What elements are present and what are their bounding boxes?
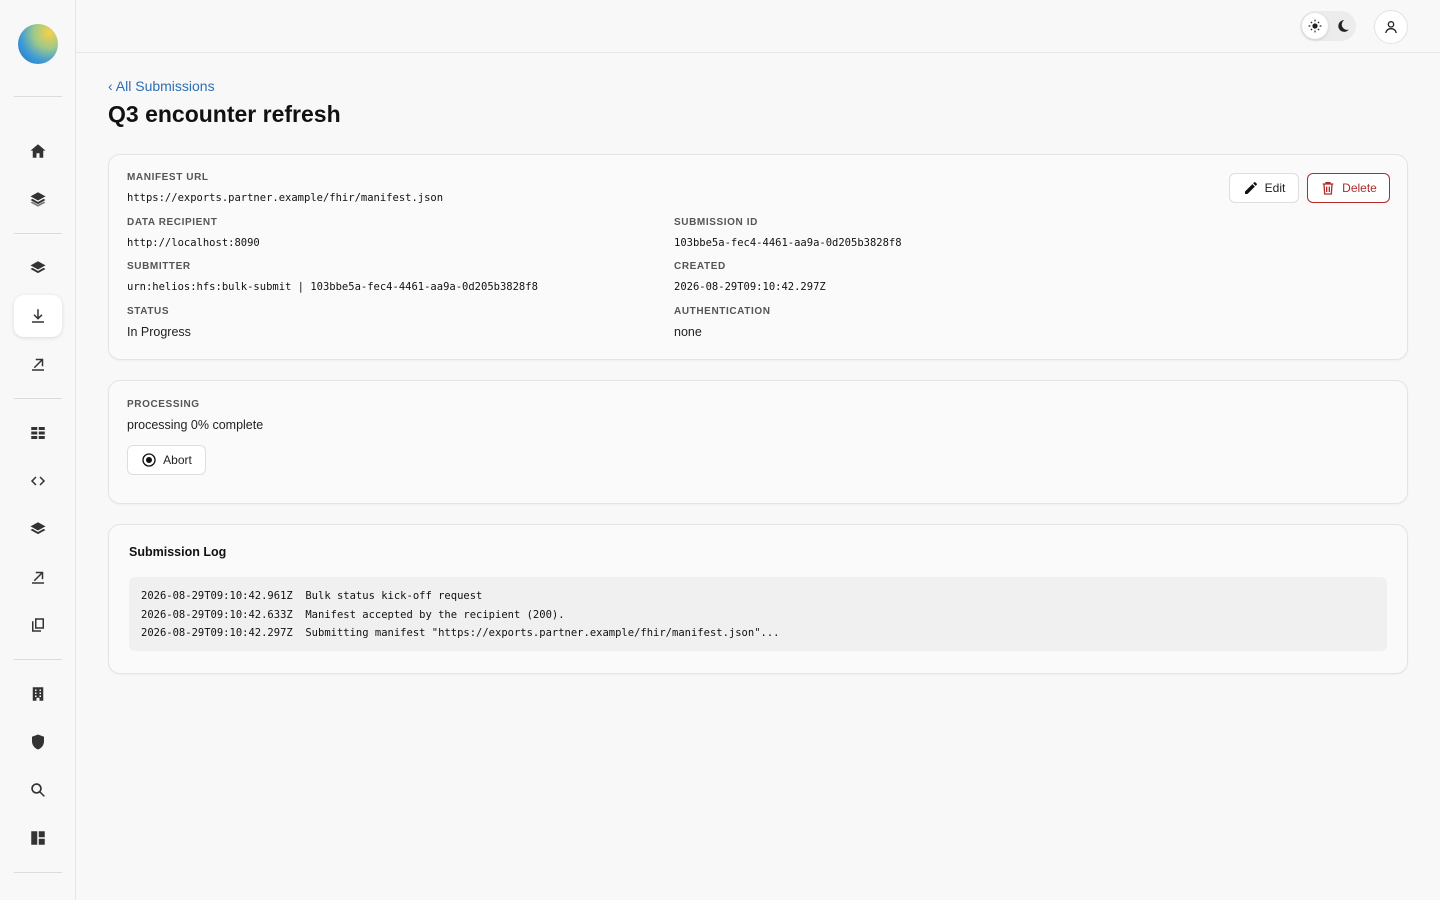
processing-status-text: processing 0% complete <box>127 418 264 432</box>
pencil-icon <box>1244 182 1257 194</box>
theme-toggle[interactable] <box>1300 11 1356 41</box>
layers-icon <box>30 261 46 274</box>
moon-icon <box>1338 20 1349 32</box>
user-icon <box>1385 21 1397 34</box>
authentication-label: AUTHENTICATION <box>674 306 771 317</box>
data-recipient-field: DATA RECIPIENT http://localhost:8090 <box>127 216 260 251</box>
layers-icon <box>30 522 46 535</box>
layers-icon <box>30 192 46 207</box>
sidebar-item-tables[interactable] <box>14 412 62 454</box>
processing-card: PROCESSING processing 0% complete Abort <box>108 380 1408 504</box>
delete-label: Delete <box>1342 181 1377 195</box>
app-logo[interactable] <box>18 24 58 64</box>
authentication-value: none <box>674 325 702 339</box>
status-field: STATUS In Progress <box>127 305 191 340</box>
sidebar-item-security[interactable] <box>14 721 62 763</box>
copy-icon <box>32 618 44 632</box>
back-to-submissions-link[interactable]: ‹ All Submissions <box>108 77 215 95</box>
sidebar-item-code[interactable] <box>14 460 62 502</box>
sidebar-item-search[interactable] <box>14 769 62 811</box>
manifest-url-label: MANIFEST URL <box>127 172 209 183</box>
home-icon <box>30 144 46 158</box>
processing-label: PROCESSING <box>127 399 200 410</box>
submitter-field: SUBMITTER urn:helios:hfs:bulk-submit | 1… <box>127 260 538 295</box>
sidebar-item-upload-2[interactable] <box>14 556 62 598</box>
submission-id-label: SUBMISSION ID <box>674 217 758 228</box>
submission-log-output: 2026-08-29T09:10:42.961Z Bulk status kic… <box>129 577 1387 651</box>
code-icon <box>30 476 46 486</box>
edit-button[interactable]: Edit <box>1229 173 1299 203</box>
authentication-field: AUTHENTICATION none <box>674 305 771 340</box>
light-theme-option[interactable] <box>1302 13 1328 39</box>
table-icon <box>31 427 45 439</box>
abort-button[interactable]: Abort <box>127 445 206 475</box>
building-icon <box>32 687 44 701</box>
delete-button[interactable]: Delete <box>1307 173 1390 203</box>
data-recipient-value: http://localhost:8090 <box>127 237 260 249</box>
submission-log-card: Submission Log 2026-08-29T09:10:42.961Z … <box>108 524 1408 674</box>
user-menu-button[interactable] <box>1374 10 1408 44</box>
page-title: Q3 encounter refresh <box>108 101 341 127</box>
dark-theme-option[interactable] <box>1330 13 1356 39</box>
sidebar-divider <box>14 659 62 660</box>
log-line: 2026-08-29T09:10:42.297Z Submitting mani… <box>141 627 780 639</box>
sidebar-divider <box>14 398 62 399</box>
submission-id-field: SUBMISSION ID 103bbe5a-fec4-4461-aa9a-0d… <box>674 216 902 251</box>
edit-label: Edit <box>1264 181 1286 195</box>
status-label: STATUS <box>127 306 170 317</box>
submission-log-title: Submission Log <box>129 545 227 559</box>
manifest-url-field: MANIFEST URL https://exports.partner.exa… <box>127 171 443 206</box>
sidebar-divider <box>14 233 62 234</box>
created-value: 2026-08-29T09:10:42.297Z <box>674 281 826 293</box>
sidebar <box>0 0 76 900</box>
sidebar-item-dashboard[interactable] <box>14 817 62 859</box>
abort-label: Abort <box>163 453 192 467</box>
search-icon <box>31 783 45 797</box>
sidebar-divider <box>14 872 62 873</box>
shield-icon <box>32 734 44 750</box>
sun-icon <box>1308 19 1322 33</box>
created-label: CREATED <box>674 261 726 272</box>
sidebar-item-layers-2[interactable] <box>14 247 62 289</box>
trash-icon <box>1322 182 1334 195</box>
submission-details-card: MANIFEST URL https://exports.partner.exa… <box>108 154 1408 360</box>
log-line: 2026-08-29T09:10:42.633Z Manifest accept… <box>141 608 565 621</box>
sidebar-item-organization[interactable] <box>14 673 62 715</box>
sidebar-divider <box>14 96 62 97</box>
top-bar <box>76 0 1440 53</box>
stop-circle-icon <box>142 453 156 467</box>
submitter-label: SUBMITTER <box>127 261 191 272</box>
main-content: ‹ All Submissions Q3 encounter refresh M… <box>108 76 1408 674</box>
processing-field: PROCESSING processing 0% complete <box>127 398 263 433</box>
sidebar-item-home[interactable] <box>14 130 62 172</box>
created-field: CREATED 2026-08-29T09:10:42.297Z <box>674 260 826 295</box>
manifest-url-value: https://exports.partner.example/fhir/man… <box>127 192 444 204</box>
submitter-value: urn:helios:hfs:bulk-submit | 103bbe5a-fe… <box>127 281 538 293</box>
sidebar-item-layers[interactable] <box>14 178 62 220</box>
log-line: 2026-08-29T09:10:42.961Z Bulk status kic… <box>141 590 483 602</box>
download-icon <box>32 309 44 323</box>
data-recipient-label: DATA RECIPIENT <box>127 217 218 228</box>
dashboard-icon <box>31 831 45 845</box>
upload-icon <box>32 358 44 371</box>
sidebar-item-copy[interactable] <box>14 604 62 646</box>
sidebar-item-layers-3[interactable] <box>14 508 62 550</box>
sidebar-item-submissions[interactable] <box>14 295 62 337</box>
status-value: In Progress <box>127 325 191 339</box>
upload-icon <box>32 571 44 584</box>
submission-id-value: 103bbe5a-fec4-4461-aa9a-0d205b3828f8 <box>674 237 902 249</box>
sidebar-item-upload[interactable] <box>14 343 62 385</box>
